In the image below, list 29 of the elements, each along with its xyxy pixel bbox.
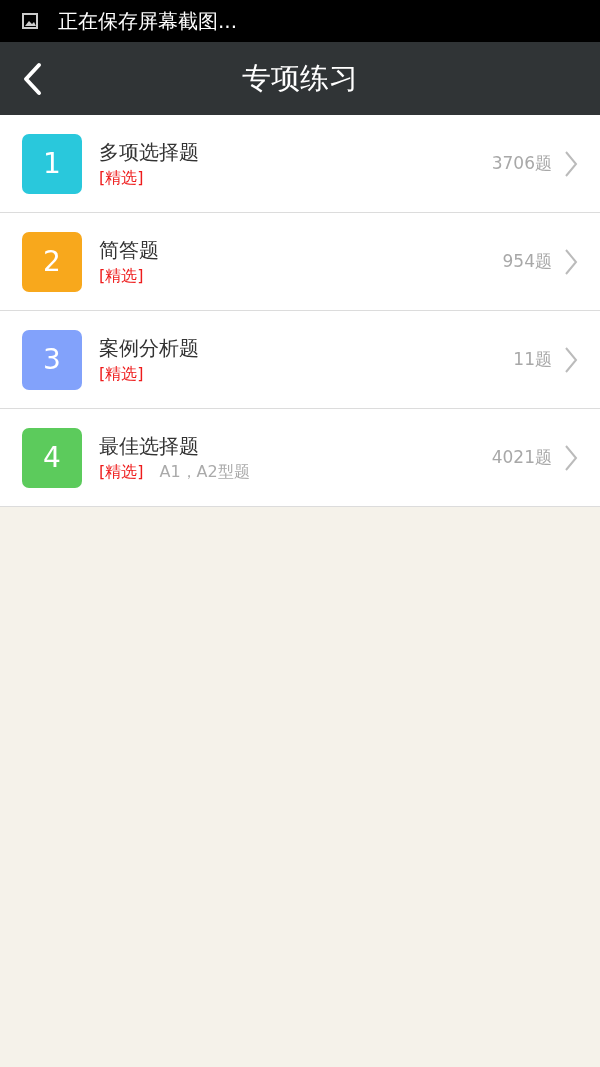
featured-tag: [精选] [99, 265, 144, 287]
category-title: 简答题 [99, 236, 160, 264]
category-title: 案例分析题 [99, 334, 200, 362]
question-count: 11题 [513, 348, 552, 371]
category-note: A1，A2型题 [159, 461, 250, 483]
chevron-right-icon [564, 149, 578, 178]
question-count: 954题 [502, 250, 552, 273]
category-row[interactable]: 4 最佳选择题 [精选] A1，A2型题 4021题 [0, 409, 600, 507]
number-badge: 1 [22, 133, 82, 194]
category-title: 多项选择题 [99, 138, 200, 166]
chevron-right-icon [564, 247, 578, 276]
back-icon [22, 62, 42, 96]
image-icon [22, 13, 38, 29]
question-count: 4021题 [491, 446, 552, 469]
category-row[interactable]: 3 案例分析题 [精选] 11题 [0, 311, 600, 409]
category-title: 最佳选择题 [99, 432, 200, 460]
chevron-right-icon [564, 345, 578, 374]
question-count: 3706题 [491, 152, 552, 175]
number-badge: 2 [22, 231, 82, 292]
featured-tag: [精选] [99, 167, 144, 189]
category-row[interactable]: 1 多项选择题 [精选] 3706题 [0, 115, 600, 213]
chevron-right-icon [564, 443, 578, 472]
page-title: 专项练习 [242, 59, 358, 97]
number-badge: 4 [22, 427, 82, 488]
featured-tag: [精选] [99, 363, 144, 385]
number-badge: 3 [22, 329, 82, 390]
status-text: 正在保存屏幕截图... [58, 7, 238, 35]
category-row[interactable]: 2 简答题 [精选] 954题 [0, 213, 600, 311]
featured-tag: [精选] [99, 461, 144, 483]
